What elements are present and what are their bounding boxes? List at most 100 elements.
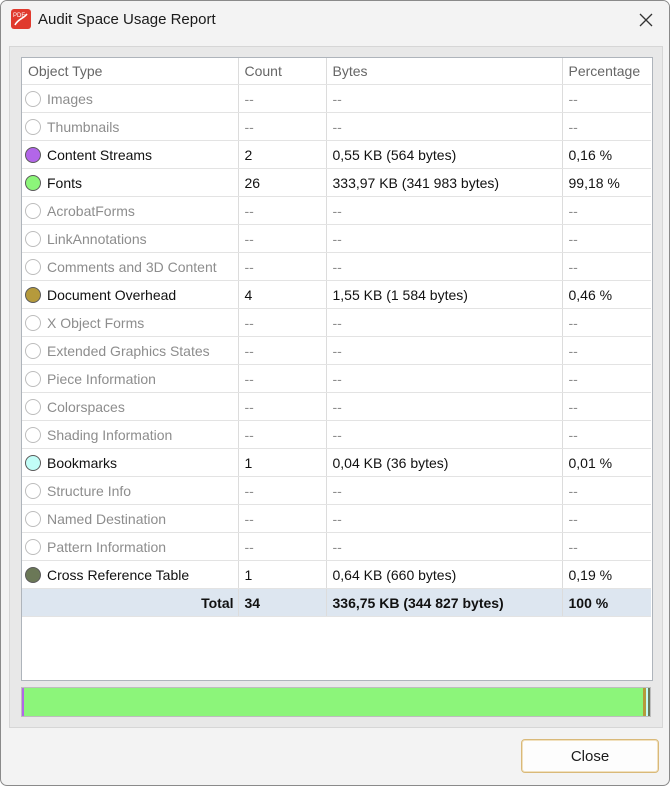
count-cell: -- bbox=[238, 420, 327, 449]
object-type-label: Extended Graphics States bbox=[47, 342, 210, 359]
column-header-bytes[interactable]: Bytes bbox=[326, 58, 563, 85]
count-cell: -- bbox=[238, 364, 327, 393]
percentage-cell: 0,46 % bbox=[562, 280, 651, 309]
object-type-label: Structure Info bbox=[47, 482, 132, 499]
pdf-app-icon: PDF bbox=[11, 9, 31, 29]
table-row[interactable]: Bookmarks 1 0,04 KB (36 bytes) 0,01 % bbox=[22, 448, 651, 477]
percentage-cell: -- bbox=[562, 196, 651, 225]
bytes-cell: -- bbox=[326, 112, 563, 141]
count-cell: -- bbox=[238, 392, 327, 421]
percentage-cell: 0,16 % bbox=[562, 140, 651, 169]
bytes-cell: -- bbox=[326, 532, 563, 561]
count-cell: 4 bbox=[238, 280, 327, 309]
table-row[interactable]: Content Streams 2 0,55 KB (564 bytes) 0,16 … bbox=[22, 140, 651, 169]
window-title: Audit Space Usage Report bbox=[38, 11, 216, 28]
object-type-label: Piece Information bbox=[47, 370, 156, 387]
column-header-count[interactable]: Count bbox=[238, 58, 327, 85]
close-icon[interactable] bbox=[623, 1, 669, 39]
object-type-label: Comments and 3D Content bbox=[47, 258, 217, 275]
title-bar: PDF Audit Space Usage Report bbox=[1, 1, 669, 39]
table-row[interactable]: Images -- -- -- bbox=[22, 84, 651, 113]
close-button[interactable]: Close bbox=[521, 739, 659, 773]
bytes-cell: 1,55 KB (1 584 bytes) bbox=[326, 280, 563, 309]
color-swatch-icon bbox=[25, 174, 41, 191]
bytes-cell: 0,64 KB (660 bytes) bbox=[326, 560, 563, 589]
color-swatch-icon bbox=[25, 510, 41, 527]
count-cell: 2 bbox=[238, 140, 327, 169]
object-type-cell: Piece Information bbox=[22, 364, 239, 393]
bytes-cell: -- bbox=[326, 336, 563, 365]
color-swatch-icon bbox=[25, 370, 41, 387]
percentage-cell: 99,18 % bbox=[562, 168, 651, 197]
table-row[interactable]: Thumbnails -- -- -- bbox=[22, 112, 651, 141]
object-type-cell: Named Destination bbox=[22, 504, 239, 533]
count-cell: 1 bbox=[238, 448, 327, 477]
color-swatch-icon bbox=[25, 286, 41, 303]
count-cell: -- bbox=[238, 112, 327, 141]
object-type-cell: Extended Graphics States bbox=[22, 336, 239, 365]
object-type-label: AcrobatForms bbox=[47, 202, 135, 219]
table-row[interactable]: Extended Graphics States -- -- -- bbox=[22, 336, 651, 365]
table-row[interactable]: Named Destination -- -- -- bbox=[22, 504, 651, 533]
color-swatch-icon bbox=[25, 538, 41, 555]
total-row: Total 34 336,75 KB (344 827 bytes) 100 % bbox=[22, 588, 651, 617]
count-cell: -- bbox=[238, 504, 327, 533]
object-type-label: Fonts bbox=[47, 174, 83, 191]
color-swatch-icon bbox=[25, 398, 41, 415]
table-row[interactable]: AcrobatForms -- -- -- bbox=[22, 196, 651, 225]
count-cell: -- bbox=[238, 308, 327, 337]
object-type-cell: Content Streams bbox=[22, 140, 239, 169]
total-count: 34 bbox=[238, 588, 327, 617]
count-cell: -- bbox=[238, 532, 327, 561]
column-header-percentage[interactable]: Percentage bbox=[562, 58, 651, 85]
bytes-cell: -- bbox=[326, 364, 563, 393]
object-type-label: Colorspaces bbox=[47, 398, 125, 415]
object-type-label: Bookmarks bbox=[47, 454, 118, 471]
color-swatch-icon bbox=[25, 342, 41, 359]
percentage-cell: -- bbox=[562, 532, 651, 561]
object-type-label: X Object Forms bbox=[47, 314, 145, 331]
table-row[interactable]: Document Overhead 4 1,55 KB (1 584 bytes) 0… bbox=[22, 280, 651, 309]
object-type-label: Images bbox=[47, 90, 93, 107]
audit-space-usage-dialog: PDF Audit Space Usage Report Object Type… bbox=[0, 0, 670, 786]
object-type-cell: AcrobatForms bbox=[22, 196, 239, 225]
object-type-cell: LinkAnnotations bbox=[22, 224, 239, 253]
color-swatch-icon bbox=[25, 314, 41, 331]
percentage-cell: -- bbox=[562, 504, 651, 533]
table-row[interactable]: Shading Information -- -- -- bbox=[22, 420, 651, 449]
percentage-cell: -- bbox=[562, 84, 651, 113]
count-cell: -- bbox=[238, 336, 327, 365]
table-row[interactable]: X Object Forms -- -- -- bbox=[22, 308, 651, 337]
object-type-label: Pattern Information bbox=[47, 538, 167, 555]
table-header-row: Object Type Count Bytes Percentage bbox=[22, 58, 651, 85]
count-cell: -- bbox=[238, 84, 327, 113]
table-row[interactable]: Cross Reference Table 1 0,64 KB (660 bytes… bbox=[22, 560, 651, 589]
bytes-cell: -- bbox=[326, 392, 563, 421]
percentage-cell: -- bbox=[562, 252, 651, 281]
usage-table-container[interactable]: Object Type Count Bytes Percentage Image… bbox=[21, 57, 653, 681]
object-type-cell: Thumbnails bbox=[22, 112, 239, 141]
bytes-cell: -- bbox=[326, 224, 563, 253]
object-type-cell: Bookmarks bbox=[22, 448, 239, 477]
table-row[interactable]: LinkAnnotations -- -- -- bbox=[22, 224, 651, 253]
object-type-cell: Images bbox=[22, 84, 239, 113]
table-row[interactable]: Comments and 3D Content -- -- -- bbox=[22, 252, 651, 281]
object-type-cell: Pattern Information bbox=[22, 532, 239, 561]
column-header-object-type[interactable]: Object Type bbox=[22, 58, 239, 85]
percentage-cell: -- bbox=[562, 112, 651, 141]
bytes-cell: 0,04 KB (36 bytes) bbox=[326, 448, 563, 477]
table-row[interactable]: Piece Information -- -- -- bbox=[22, 364, 651, 393]
usage-bar-segment bbox=[648, 688, 650, 716]
color-swatch-icon bbox=[25, 230, 41, 247]
count-cell: -- bbox=[238, 196, 327, 225]
percentage-cell: -- bbox=[562, 336, 651, 365]
object-type-cell: Fonts bbox=[22, 168, 239, 197]
color-swatch-icon bbox=[25, 146, 41, 163]
table-row[interactable]: Fonts 26 333,97 KB (341 983 bytes) 99,18 % bbox=[22, 168, 651, 197]
color-swatch-icon bbox=[25, 258, 41, 275]
table-row[interactable]: Pattern Information -- -- -- bbox=[22, 532, 651, 561]
object-type-label: Thumbnails bbox=[47, 118, 120, 135]
table-row[interactable]: Colorspaces -- -- -- bbox=[22, 392, 651, 421]
table-row[interactable]: Structure Info -- -- -- bbox=[22, 476, 651, 505]
object-type-label: Cross Reference Table bbox=[47, 566, 190, 583]
